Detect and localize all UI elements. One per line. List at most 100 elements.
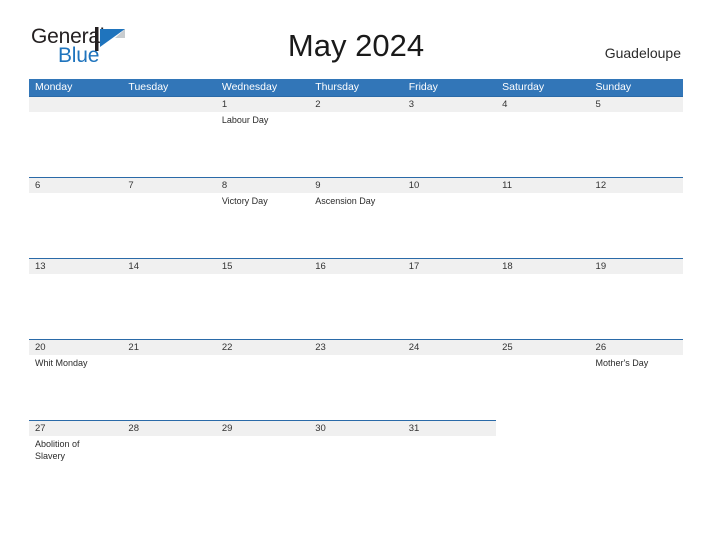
weekday-header-saturday: Saturday xyxy=(502,81,545,93)
week-event-band: Labour Day xyxy=(29,112,683,127)
day-number-22[interactable]: 22 xyxy=(216,340,309,355)
week-date-band: 12345 xyxy=(29,96,683,112)
day-number-28[interactable]: 28 xyxy=(122,421,215,436)
day-cell-24[interactable] xyxy=(403,355,496,370)
day-cell-11[interactable] xyxy=(496,193,589,208)
weekday-header-wednesday: Wednesday xyxy=(221,81,278,93)
weekday-header-sunday: Sunday xyxy=(595,81,632,93)
day-number-20[interactable]: 20 xyxy=(29,340,122,355)
day-number-5[interactable]: 5 xyxy=(590,97,683,112)
week-date-band: 20 21 22 23 24 25 26 xyxy=(29,339,683,355)
day-cell-16[interactable] xyxy=(309,274,402,277)
day-number-29[interactable]: 29 xyxy=(216,421,309,436)
day-number-16[interactable]: 16 xyxy=(309,259,402,274)
day-cell-30[interactable] xyxy=(309,436,402,462)
day-number-21[interactable]: 21 xyxy=(122,340,215,355)
day-number-empty xyxy=(29,97,122,112)
day-number-7[interactable]: 7 xyxy=(122,178,215,193)
day-cell-23[interactable] xyxy=(309,355,402,370)
day-number-10[interactable]: 10 xyxy=(403,178,496,193)
day-cell-22[interactable] xyxy=(216,355,309,370)
day-cell-5[interactable] xyxy=(590,112,683,127)
day-number-19[interactable]: 19 xyxy=(590,259,683,274)
day-cell-18[interactable] xyxy=(496,274,589,277)
calendar-weeks: 1 2 3 4 5 Labour Day 6 7 8 9 10 11 12 Victory Day Asce… xyxy=(29,96,683,490)
day-cell-27[interactable]: Abolition of Slavery xyxy=(29,436,122,462)
page-header: General Blue May 2024 Guadeloupe xyxy=(0,0,712,66)
day-number-empty xyxy=(122,97,215,112)
day-cell-10[interactable] xyxy=(403,193,496,208)
day-cell-21[interactable] xyxy=(122,355,215,370)
week-event-band: Abolition of Slavery xyxy=(29,436,683,462)
day-cell-28[interactable] xyxy=(122,436,215,462)
day-cell-31[interactable] xyxy=(403,436,496,462)
day-number-13[interactable]: 13 xyxy=(29,259,122,274)
day-number-26[interactable]: 26 xyxy=(590,340,683,355)
day-number-14[interactable]: 14 xyxy=(122,259,215,274)
weekday-header-thursday: Thursday xyxy=(315,81,360,93)
day-cell-empty xyxy=(496,436,589,462)
calendar-week-row: 6 7 8 9 10 11 12 Victory Day Ascension Day xyxy=(29,177,683,258)
holiday-label: Ascension Day xyxy=(315,196,376,206)
day-cell-3[interactable] xyxy=(403,112,496,127)
holiday-label: Abolition of Slavery xyxy=(35,439,80,461)
holiday-label: Whit Monday xyxy=(35,358,88,368)
day-cell-12[interactable] xyxy=(590,193,683,208)
day-cell-empty xyxy=(29,112,122,127)
day-cell-29[interactable] xyxy=(216,436,309,462)
day-number-17[interactable]: 17 xyxy=(403,259,496,274)
day-number-27[interactable]: 27 xyxy=(29,421,122,436)
day-number-9[interactable]: 9 xyxy=(309,178,402,193)
week-date-band: 6 7 8 9 10 11 12 xyxy=(29,177,683,193)
day-number-25[interactable]: 25 xyxy=(496,340,589,355)
day-cell-14[interactable] xyxy=(122,274,215,277)
day-number-2[interactable]: 2 xyxy=(309,97,402,112)
day-cell-7[interactable] xyxy=(122,193,215,208)
day-cell-2[interactable] xyxy=(309,112,402,127)
weekday-header-tuesday: Tuesday xyxy=(128,81,169,93)
day-cell-6[interactable] xyxy=(29,193,122,208)
weekday-header-monday: Monday xyxy=(35,81,73,93)
day-number-31[interactable]: 31 xyxy=(403,421,496,436)
calendar-week-row: 1 2 3 4 5 Labour Day xyxy=(29,96,683,177)
week-date-band: 13 14 15 16 17 18 19 xyxy=(29,258,683,274)
day-cell-1[interactable]: Labour Day xyxy=(216,112,309,127)
day-cell-8[interactable]: Victory Day xyxy=(216,193,309,208)
day-cell-26[interactable]: Mother's Day xyxy=(590,355,683,370)
day-cell-19[interactable] xyxy=(590,274,683,277)
week-event-band xyxy=(29,274,683,277)
day-number-11[interactable]: 11 xyxy=(496,178,589,193)
day-number-18[interactable]: 18 xyxy=(496,259,589,274)
week-event-band: Victory Day Ascension Day xyxy=(29,193,683,208)
day-cell-15[interactable] xyxy=(216,274,309,277)
day-number-8[interactable]: 8 xyxy=(216,178,309,193)
weekday-header-friday: Friday xyxy=(408,81,438,93)
day-cell-empty xyxy=(122,112,215,127)
week-event-band: Whit Monday Mother's Day xyxy=(29,355,683,370)
day-cell-13[interactable] xyxy=(29,274,122,277)
day-cell-17[interactable] xyxy=(403,274,496,277)
calendar-page: General Blue May 2024 Guadeloupe Monday T… xyxy=(0,0,712,550)
day-number-23[interactable]: 23 xyxy=(309,340,402,355)
calendar-grid: Monday Tuesday Wednesday Thursday Friday Satu… xyxy=(29,79,683,490)
calendar-week-row: 13 14 15 16 17 18 19 xyxy=(29,258,683,339)
day-number-12[interactable]: 12 xyxy=(590,178,683,193)
day-number-empty xyxy=(589,419,683,436)
day-number-6[interactable]: 6 xyxy=(29,178,122,193)
day-number-30[interactable]: 30 xyxy=(309,421,402,436)
day-cell-4[interactable] xyxy=(496,112,589,127)
holiday-label: Victory Day xyxy=(221,196,268,206)
holiday-label: Mother's Day xyxy=(595,358,649,368)
day-cell-25[interactable] xyxy=(496,355,589,370)
day-cell-9[interactable]: Ascension Day xyxy=(309,193,402,208)
day-number-24[interactable]: 24 xyxy=(403,340,496,355)
day-number-empty xyxy=(496,419,590,436)
day-cell-20[interactable]: Whit Monday xyxy=(29,355,122,370)
day-number-4[interactable]: 4 xyxy=(496,97,589,112)
calendar-week-row: 20 21 22 23 24 25 26 Whit Monday Mother's Day xyxy=(29,339,683,420)
calendar-week-row: 27 28 29 30 31 Abolition of Slavery xyxy=(29,419,683,490)
day-number-1[interactable]: 1 xyxy=(216,97,309,112)
weekday-header-row: Monday Tuesday Wednesday Thursday Friday Satu… xyxy=(29,79,683,96)
day-number-15[interactable]: 15 xyxy=(216,259,309,274)
day-number-3[interactable]: 3 xyxy=(403,97,496,112)
